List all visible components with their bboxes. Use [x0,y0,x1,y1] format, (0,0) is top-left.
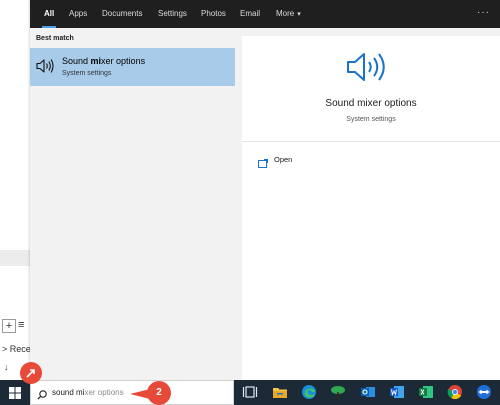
file-explorer-icon[interactable] [272,384,288,400]
result-title-match: mi [90,56,102,66]
search-typed: sound mi [52,388,85,397]
search-icon [37,387,47,400]
add-button[interactable]: + [2,319,16,333]
teamviewer-icon[interactable] [476,384,492,400]
chrome-icon[interactable] [447,384,463,400]
speaker-icon [346,50,388,84]
search-query: sound mixer options [52,388,124,397]
background-band [0,250,30,266]
result-title-prefix: Sound [62,56,91,66]
detail-subtitle: System settings [346,116,396,123]
tab-documents[interactable]: Documents [102,0,142,28]
list-button[interactable]: ≡ [18,319,24,331]
result-title: Sound mixer options [62,56,145,66]
detail-pane: Sound mixer options System settings Open [242,36,500,380]
edge-icon[interactable] [301,384,317,400]
taskbar: sound mixer options [0,380,500,405]
annotation-badge-2: 2 [147,381,171,405]
recent-row[interactable]: > Rece [2,344,31,354]
search-panel: All Apps Documents Settings Photos Email… [30,0,500,380]
background-window: + ≡ > Rece ↓ [0,0,31,380]
tab-photos[interactable]: Photos [201,0,226,28]
tab-apps[interactable]: Apps [69,0,87,28]
annotation-badge-1 [20,362,42,384]
result-sound-mixer-options[interactable]: Sound mixer options System settings [30,48,235,86]
word-icon[interactable] [389,384,405,400]
open-label: Open [274,155,293,164]
excel-icon[interactable] [418,384,434,400]
outlook-icon[interactable] [360,384,376,400]
result-subtitle: System settings [62,70,112,77]
green-tree-app-icon[interactable] [330,384,346,400]
tab-more-label: More [276,9,295,18]
tab-more[interactable]: More ▾ [276,0,301,28]
start-button[interactable] [0,380,30,405]
chevron-down-icon: ▾ [297,11,301,18]
more-options-icon[interactable]: ··· [477,0,490,28]
divider [242,141,500,142]
tab-email[interactable]: Email [240,0,260,28]
search-suggestion: xer options [84,388,124,397]
windows-icon [9,387,21,399]
filter-bar: All Apps Documents Settings Photos Email… [30,0,500,28]
arrow-icon [26,369,35,378]
result-title-suffix: xer options [101,56,146,66]
task-view-icon[interactable] [242,384,258,400]
tab-all[interactable]: All [41,0,57,28]
open-window-icon [258,155,268,168]
best-match-heading: Best match [36,35,74,42]
speaker-icon [36,58,54,74]
detail-title: Sound mixer options [325,98,417,109]
download-icon: ↓ [4,362,9,372]
tab-settings[interactable]: Settings [158,0,187,28]
